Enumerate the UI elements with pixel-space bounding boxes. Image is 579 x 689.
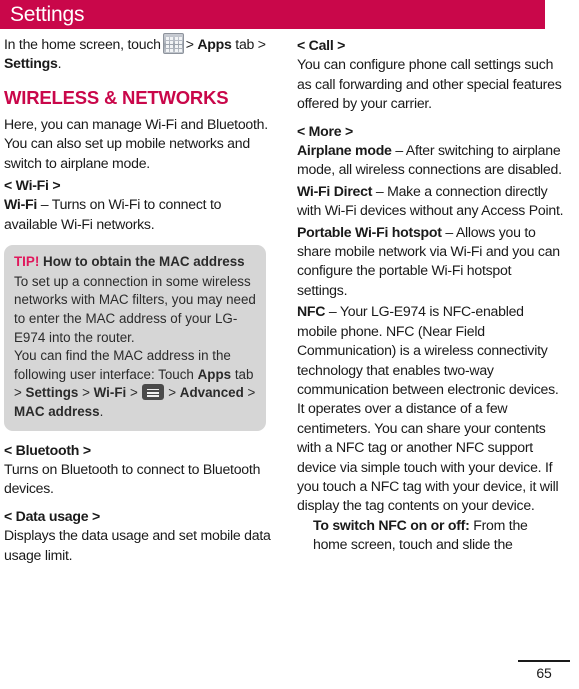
intro-text-4: . [57, 55, 62, 72]
tip-callout-box: TIP! How to obtain the MAC address To se… [4, 245, 266, 431]
subheading-wifi: < Wi-Fi > [4, 177, 61, 194]
data-usage-description: Displays the data usage and set mobile d… [4, 527, 271, 563]
apps-grid-icon [162, 33, 184, 54]
portable-hotspot-entry: Portable Wi-Fi hotspot – Allows you to s… [297, 223, 565, 301]
wifi-direct-term: Wi-Fi Direct [297, 182, 373, 199]
page-footer: 65 [518, 660, 570, 681]
intro-text-1: In the home screen, touch [4, 36, 161, 52]
subheading-bluetooth: < Bluetooth > [4, 441, 91, 458]
page-title: Settings [10, 3, 85, 26]
nfc-switch-entry: To switch NFC on or off: From the home s… [297, 516, 565, 555]
tip-label: TIP! [14, 254, 40, 270]
nfc-desc: – Your LG-E974 is NFC-enabled mobile pho… [297, 303, 559, 514]
nfc-term: NFC [297, 303, 326, 320]
nfc-entry: NFC – Your LG-E974 is NFC-enabled mobile… [297, 302, 565, 515]
tip-title: TIP! How to obtain the MAC address [14, 253, 256, 272]
settings-label: Settings [4, 55, 58, 72]
intro-paragraph: In the home screen, touch > Apps tab > Se… [4, 33, 272, 74]
portable-hotspot-term: Portable Wi-Fi hotspot [297, 223, 442, 240]
tip-title-text: How to obtain the MAC address [39, 254, 245, 270]
subheading-data-usage: < Data usage > [4, 507, 100, 524]
tip-para2-c: > [78, 385, 94, 401]
tip-para2-f: > [243, 385, 256, 401]
airplane-mode-entry: Airplane mode – After switching to airpl… [297, 141, 565, 180]
tip-para2-d: > [126, 385, 142, 401]
menu-icon [141, 384, 164, 401]
apps-tab-label: Apps [197, 36, 232, 52]
tip-mac-address-label: MAC address [14, 404, 100, 419]
section-heading-wireless-networks: WIRELESS & NETWORKS [4, 86, 229, 108]
intro-text-2: > [185, 36, 194, 52]
tip-paragraph-2: You can find the MAC address in the foll… [14, 347, 256, 421]
tip-settings-label: Settings [25, 385, 79, 401]
content-columns: In the home screen, touch > Apps tab > Se… [0, 33, 579, 643]
wifi-term: Wi-Fi [4, 196, 38, 213]
tip-para2-e: > [164, 385, 180, 401]
tip-advanced-label: Advanced [179, 385, 244, 401]
left-column: In the home screen, touch > Apps tab > Se… [4, 33, 272, 565]
section-intro-paragraph: Here, you can manage Wi-Fi and Bluetooth… [4, 115, 268, 171]
call-description: You can configure phone call settings su… [297, 56, 562, 112]
tip-paragraph-1: To set up a connection in some wireless … [14, 273, 256, 345]
bluetooth-description: Turns on Bluetooth to connect to Bluetoo… [4, 461, 261, 497]
wifi-direct-entry: Wi-Fi Direct – Make a connection directl… [297, 182, 565, 221]
tip-apps-label: Apps [197, 366, 232, 382]
intro-text-3: tab > [235, 36, 266, 52]
subheading-call: < Call > [297, 37, 346, 53]
airplane-mode-term: Airplane mode [297, 142, 392, 159]
subheading-more: < More > [297, 122, 353, 139]
tip-wifi-label: Wi-Fi [93, 385, 127, 401]
nfc-switch-term: To switch NFC on or off: [313, 516, 470, 533]
wifi-term-desc: – Turns on Wi-Fi to connect to available… [4, 196, 222, 232]
footer-divider [518, 660, 570, 662]
tip-para2-g: . [99, 404, 104, 419]
wifi-description: Wi-Fi – Turns on Wi-Fi to connect to ava… [4, 195, 272, 234]
right-column: < Call > You can configure phone call se… [297, 33, 565, 555]
page-number: 65 [536, 665, 552, 681]
